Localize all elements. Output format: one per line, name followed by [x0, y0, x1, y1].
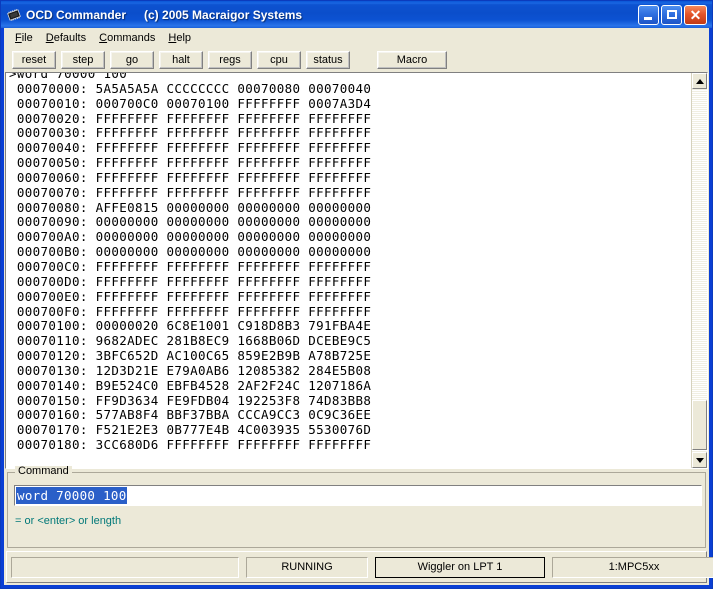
output-pane: >word 70000 100 00070000: 5A5A5A5A CCCCC… — [5, 72, 708, 469]
memory-dump-row: 000700E0: FFFFFFFF FFFFFFFF FFFFFFFF FFF… — [9, 288, 372, 304]
close-icon: ✕ — [689, 6, 702, 23]
menu-item-commands[interactable]: Commands — [93, 31, 162, 46]
memory-dump-row: 00070090: 00000000 00000000 00000000 000… — [9, 214, 372, 230]
status-panel-run-state: RUNNING — [246, 556, 368, 578]
memory-dump-row: 000700B0: 00000000 00000000 00000000 000… — [9, 244, 372, 260]
scroll-down-arrow-icon[interactable] — [692, 452, 707, 468]
memory-dump-row: 00070100: 00000020 6C8E1001 C918D8B3 791… — [9, 318, 372, 334]
memory-dump-row: 00070140: B9E524C0 EBFB4528 2AF2F24C 120… — [9, 377, 372, 393]
menu-bar: File Defaults Commands Help — [4, 28, 709, 48]
minimize-button[interactable] — [638, 4, 659, 25]
command-input-value: word 70000 100 — [16, 487, 127, 504]
status-panel-probe[interactable]: Wiggler on LPT 1 — [375, 556, 545, 578]
memory-dump-row: 00070010: 000700C0 00070100 FFFFFFFF 000… — [9, 95, 372, 111]
memory-dump-row: 00070110: 9682ADEC 281B8EC9 1668B06D DCE… — [9, 333, 372, 349]
maximize-icon — [667, 9, 677, 19]
memory-dump-row: 00070120: 3BFC652D AC100C65 859E2B9B A78… — [9, 348, 372, 364]
memory-dump-row: 00070070: FFFFFFFF FFFFFFFF FFFFFFFF FFF… — [9, 184, 372, 200]
memory-dump-row: 00070170: F521E2E3 0B777E4B 4C003935 553… — [9, 422, 372, 438]
command-group-label: Command — [15, 466, 72, 477]
menu-item-defaults[interactable]: Defaults — [40, 31, 93, 46]
minimize-icon — [644, 16, 652, 20]
memory-dump-row: 00070050: FFFFFFFF FFFFFFFF FFFFFFFF FFF… — [9, 155, 372, 171]
window-copyright: (c) 2005 Macraigor Systems — [144, 7, 303, 22]
memory-dump-row: 00070160: 577AB8F4 BBF37BBA CCCA9CC3 0C9… — [9, 407, 372, 423]
toolbar: reset step go halt regs cpu status Macro — [4, 48, 709, 72]
close-button[interactable]: ✕ — [684, 4, 707, 25]
command-group: Command word 70000 100 = or <enter> or l… — [7, 466, 706, 548]
scrollbar-thumb[interactable] — [692, 400, 707, 450]
maximize-button[interactable] — [661, 4, 682, 25]
memory-dump-row: 000700C0: FFFFFFFF FFFFFFFF FFFFFFFF FFF… — [9, 258, 372, 274]
menu-item-help[interactable]: Help — [162, 31, 198, 46]
window-title: OCD Commander — [26, 7, 127, 22]
reset-button[interactable]: reset — [12, 51, 56, 69]
command-hint: = or <enter> or length — [15, 515, 122, 527]
status-bar: RUNNING Wiggler on LPT 1 1:MPC5xx — [6, 551, 713, 583]
memory-dump-row: 00070060: FFFFFFFF FFFFFFFF FFFFFFFF FFF… — [9, 169, 372, 185]
halt-button[interactable]: halt — [159, 51, 203, 69]
cpu-button[interactable]: cpu — [257, 51, 301, 69]
memory-dump-text[interactable]: >word 70000 100 00070000: 5A5A5A5A CCCCC… — [6, 73, 691, 468]
memory-dump-row: 000700F0: FFFFFFFF FFFFFFFF FFFFFFFF FFF… — [9, 303, 372, 319]
memory-dump-row: 00070150: FF9D3634 FE9FDB04 192253F8 74D… — [9, 392, 372, 408]
scrollbar-track[interactable] — [692, 89, 707, 452]
client-area: File Defaults Commands Help reset step g… — [4, 28, 713, 585]
memory-dump-row: 000700A0: 00000000 00000000 00000000 000… — [9, 229, 372, 245]
regs-button[interactable]: regs — [208, 51, 252, 69]
macro-button[interactable]: Macro — [377, 51, 447, 69]
memory-dump-row: 00070080: AFFE0815 00000000 00000000 000… — [9, 199, 372, 215]
memory-dump-row: 00070000: 5A5A5A5A CCCCCCCC 00070080 000… — [9, 80, 372, 96]
memory-dump-row: 00070040: FFFFFFFF FFFFFFFF FFFFFFFF FFF… — [9, 140, 372, 156]
window-controls: ✕ — [638, 4, 710, 25]
title-bar[interactable]: OCD Commander (c) 2005 Macraigor Systems… — [1, 1, 712, 28]
menu-item-file[interactable]: File — [9, 31, 40, 46]
memory-dump-row: 00070020: FFFFFFFF FFFFFFFF FFFFFFFF FFF… — [9, 110, 372, 126]
memory-dump-row: 00070030: FFFFFFFF FFFFFFFF FFFFFFFF FFF… — [9, 125, 372, 141]
scroll-up-arrow-icon[interactable] — [692, 73, 707, 89]
status-button[interactable]: status — [306, 51, 350, 69]
memory-dump-row: 00070180: 3CC680D6 FFFFFFFF FFFFFFFF FFF… — [9, 437, 372, 453]
status-panel-message — [11, 556, 239, 578]
memory-dump-row: 00070130: 12D3D21E E79A0AB6 12085382 284… — [9, 362, 372, 378]
memory-dump-row: 000700D0: FFFFFFFF FFFFFFFF FFFFFFFF FFF… — [9, 273, 372, 289]
application-window: OCD Commander (c) 2005 Macraigor Systems… — [0, 0, 713, 589]
step-button[interactable]: step — [61, 51, 105, 69]
vertical-scrollbar[interactable] — [691, 73, 707, 468]
command-input[interactable]: word 70000 100 — [14, 485, 702, 506]
status-panel-target: 1:MPC5xx — [552, 556, 713, 578]
chip-icon — [6, 7, 22, 23]
go-button[interactable]: go — [110, 51, 154, 69]
